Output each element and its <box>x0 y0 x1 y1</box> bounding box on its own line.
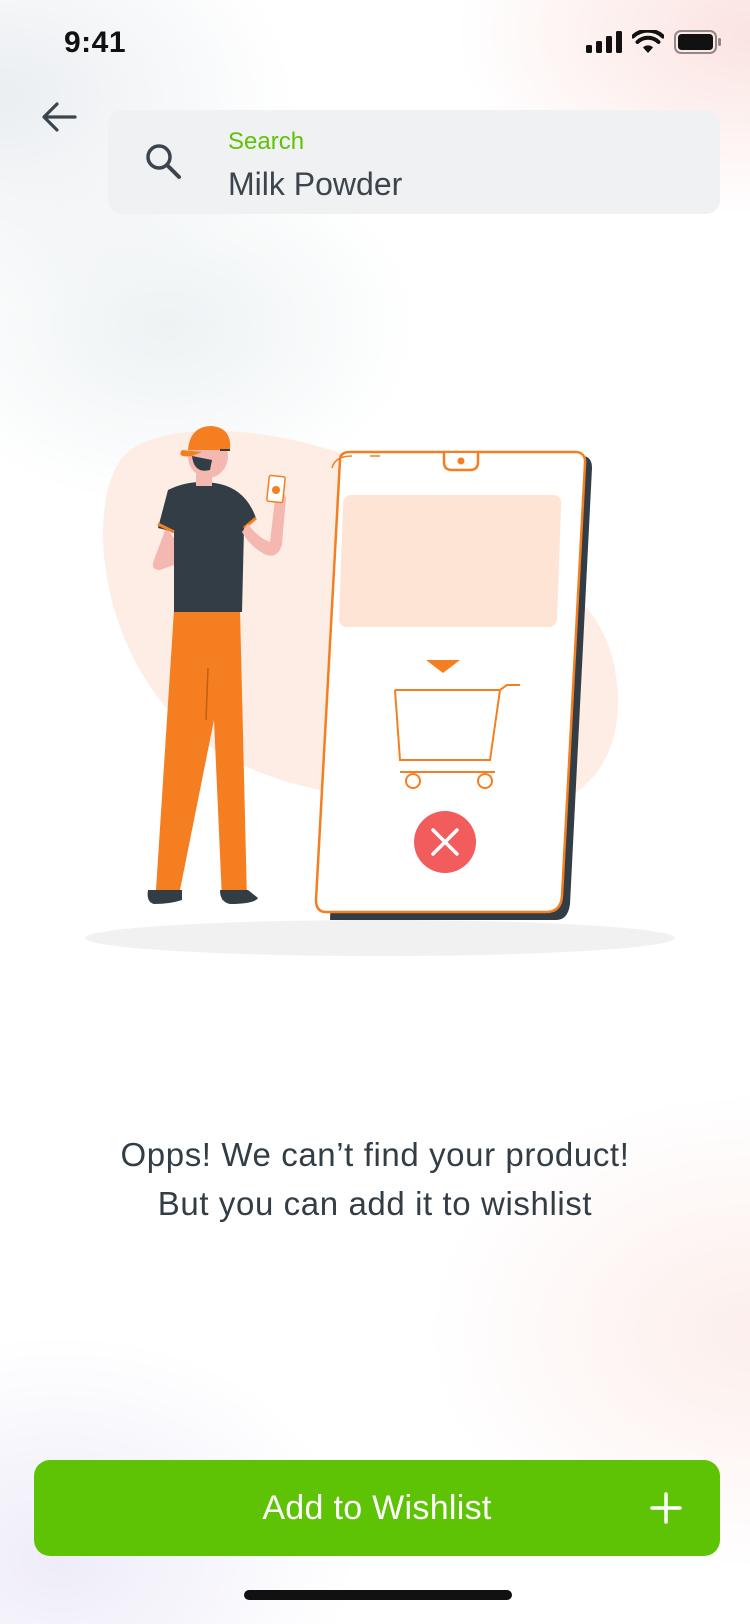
plus-icon <box>650 1492 682 1524</box>
search-value[interactable]: Milk Powder <box>228 166 402 203</box>
empty-state-line-2: But you can add it to wishlist <box>157 1185 593 1222</box>
empty-state-message: Opps! We can’t find your product! But yo… <box>40 1130 710 1228</box>
floor-shadow <box>85 920 675 956</box>
add-to-wishlist-label: Add to Wishlist <box>262 1489 492 1527</box>
home-indicator <box>244 1590 512 1600</box>
product-not-found-illustration <box>85 426 675 956</box>
search-label: Search <box>228 128 305 155</box>
add-to-wishlist-button[interactable]: Add to Wishlist <box>34 1460 720 1556</box>
status-time: 9:41 <box>64 26 127 59</box>
search-icon <box>146 144 181 179</box>
search-input[interactable]: Search Milk Powder <box>108 110 720 214</box>
wifi-icon <box>632 30 664 53</box>
back-button[interactable] <box>30 88 88 146</box>
status-icons <box>586 30 722 54</box>
empty-state-line-1: Opps! We can’t find your product! <box>120 1136 630 1173</box>
battery-icon <box>674 30 721 54</box>
arrow-left-icon <box>42 102 77 132</box>
signal-icon <box>586 31 622 53</box>
error-x-icon <box>414 811 476 873</box>
